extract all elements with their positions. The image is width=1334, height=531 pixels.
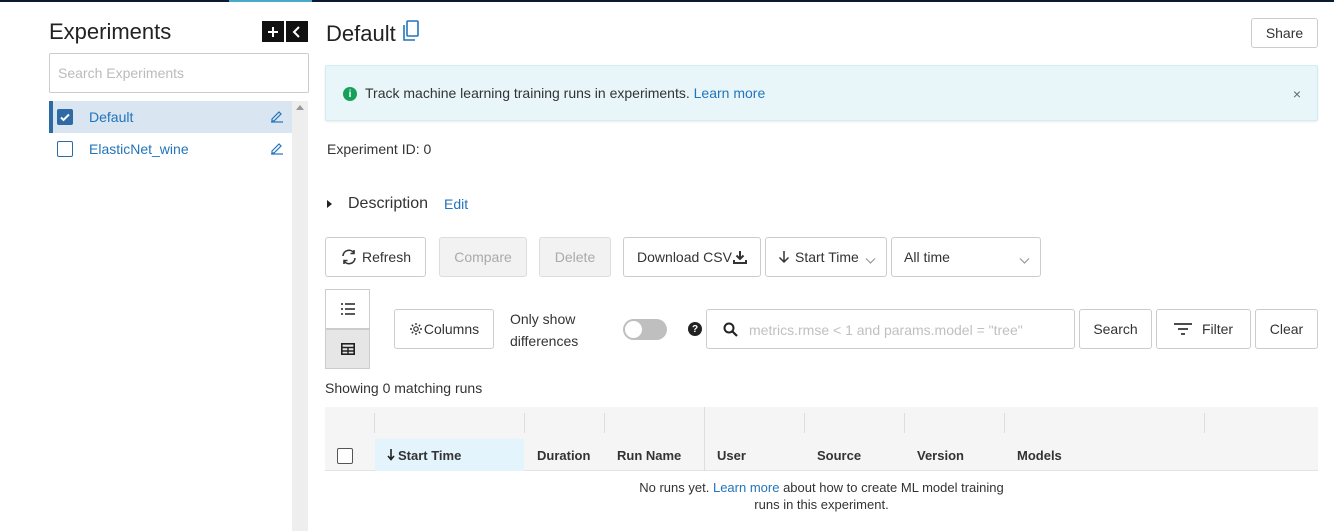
banner-message: Track machine learning training runs in … [365,85,766,101]
chevron-down-icon [1019,252,1030,268]
share-button[interactable]: Share [1251,18,1318,48]
experiment-item-default[interactable]: Default [49,101,292,133]
column-header-version[interactable]: Version [905,439,1004,471]
add-experiment-button[interactable] [262,21,284,42]
experiment-checkbox[interactable] [57,141,73,157]
run-search-input[interactable] [749,318,1069,342]
description-label[interactable]: Description [348,195,428,213]
pencil-icon[interactable] [270,109,284,126]
arrow-down-icon [778,250,790,264]
sidebar-scrollbar[interactable] [292,101,308,531]
empty-runs-message: No runs yet. Learn more about how to cre… [639,480,1004,512]
close-icon[interactable]: × [1293,86,1301,102]
sidebar-title: Experiments [49,19,172,44]
time-range-select[interactable]: All time [891,237,1041,277]
table-group-header [325,407,1318,439]
filter-button[interactable]: Filter [1156,309,1251,349]
description-edit-link[interactable]: Edit [444,196,468,212]
search-experiments-input[interactable] [49,53,309,93]
copy-icon[interactable] [402,20,420,48]
experiments-sidebar: Experiments Default ElasticNet_wine [0,0,310,531]
matching-runs-count: Showing 0 matching runs [325,380,483,396]
time-range-value: All time [904,249,950,265]
column-header-source[interactable]: Source [805,439,904,471]
search-icon [723,322,738,340]
filter-icon [1173,323,1192,335]
delete-button[interactable]: Delete [539,237,611,277]
column-header-user[interactable]: User [705,439,804,471]
sort-desc-icon [387,449,395,461]
description-section: Description Edit [327,195,468,213]
runs-table: Start Time Duration Run Name User Source… [325,407,1318,531]
list-icon [340,303,355,315]
check-icon [60,113,70,122]
banner-learn-more-link[interactable]: Learn more [694,85,766,101]
download-icon [732,250,747,264]
column-separator [804,413,805,433]
only-show-differences-toggle[interactable] [623,319,667,340]
chevron-left-icon [292,25,300,38]
refresh-button[interactable]: Refresh [325,237,426,277]
gear-icon [409,322,423,336]
column-separator [904,413,905,433]
download-csv-button[interactable]: Download CSV [623,237,761,277]
experiment-name[interactable]: ElasticNet_wine [89,141,189,157]
sort-select[interactable]: Start Time [765,237,887,277]
column-header-run-name[interactable]: Run Name [605,439,704,471]
experiment-id: Experiment ID: 0 [327,141,432,157]
page-title: Default [326,20,420,48]
chevron-down-icon [865,252,876,268]
column-header-models[interactable]: Models [1005,439,1204,471]
info-icon: i [343,87,357,101]
plus-icon [268,26,278,37]
search-button[interactable]: Search [1079,309,1152,349]
table-icon [340,343,355,355]
refresh-icon [340,249,358,265]
run-search-box[interactable] [706,309,1075,349]
collapse-sidebar-button[interactable] [286,21,308,42]
table-view-button[interactable] [325,329,370,369]
experiment-title: Default [326,21,396,46]
experiment-list: Default ElasticNet_wine [49,101,292,165]
empty-learn-more-link[interactable]: Learn more [713,480,779,495]
toggle-knob [625,321,642,338]
experiment-checkbox[interactable] [57,109,73,125]
info-banner: i Track machine learning training runs i… [325,65,1318,121]
pencil-icon[interactable] [270,141,284,158]
column-separator [1004,413,1005,433]
list-view-button[interactable] [325,289,370,329]
column-separator [374,413,375,433]
clear-button[interactable]: Clear [1255,309,1318,349]
column-separator [524,413,525,433]
compare-button[interactable]: Compare [439,237,527,277]
column-separator [1204,413,1205,433]
question-icon[interactable]: ? [688,322,702,336]
expand-caret-icon[interactable] [327,200,332,208]
scroll-up-arrow-icon[interactable] [296,105,304,110]
column-header-start-time[interactable]: Start Time [375,439,524,471]
columns-button[interactable]: Columns [394,309,494,349]
sort-select-value: Start Time [795,249,859,265]
experiment-name[interactable]: Default [89,109,133,125]
column-header-duration[interactable]: Duration [525,439,604,471]
experiment-item-elasticnet-wine[interactable]: ElasticNet_wine [49,133,292,165]
only-show-differences-label: Only show differences [510,311,579,349]
column-separator [604,413,605,433]
select-all-checkbox[interactable] [337,448,353,464]
experiment-id-value: 0 [423,141,432,157]
